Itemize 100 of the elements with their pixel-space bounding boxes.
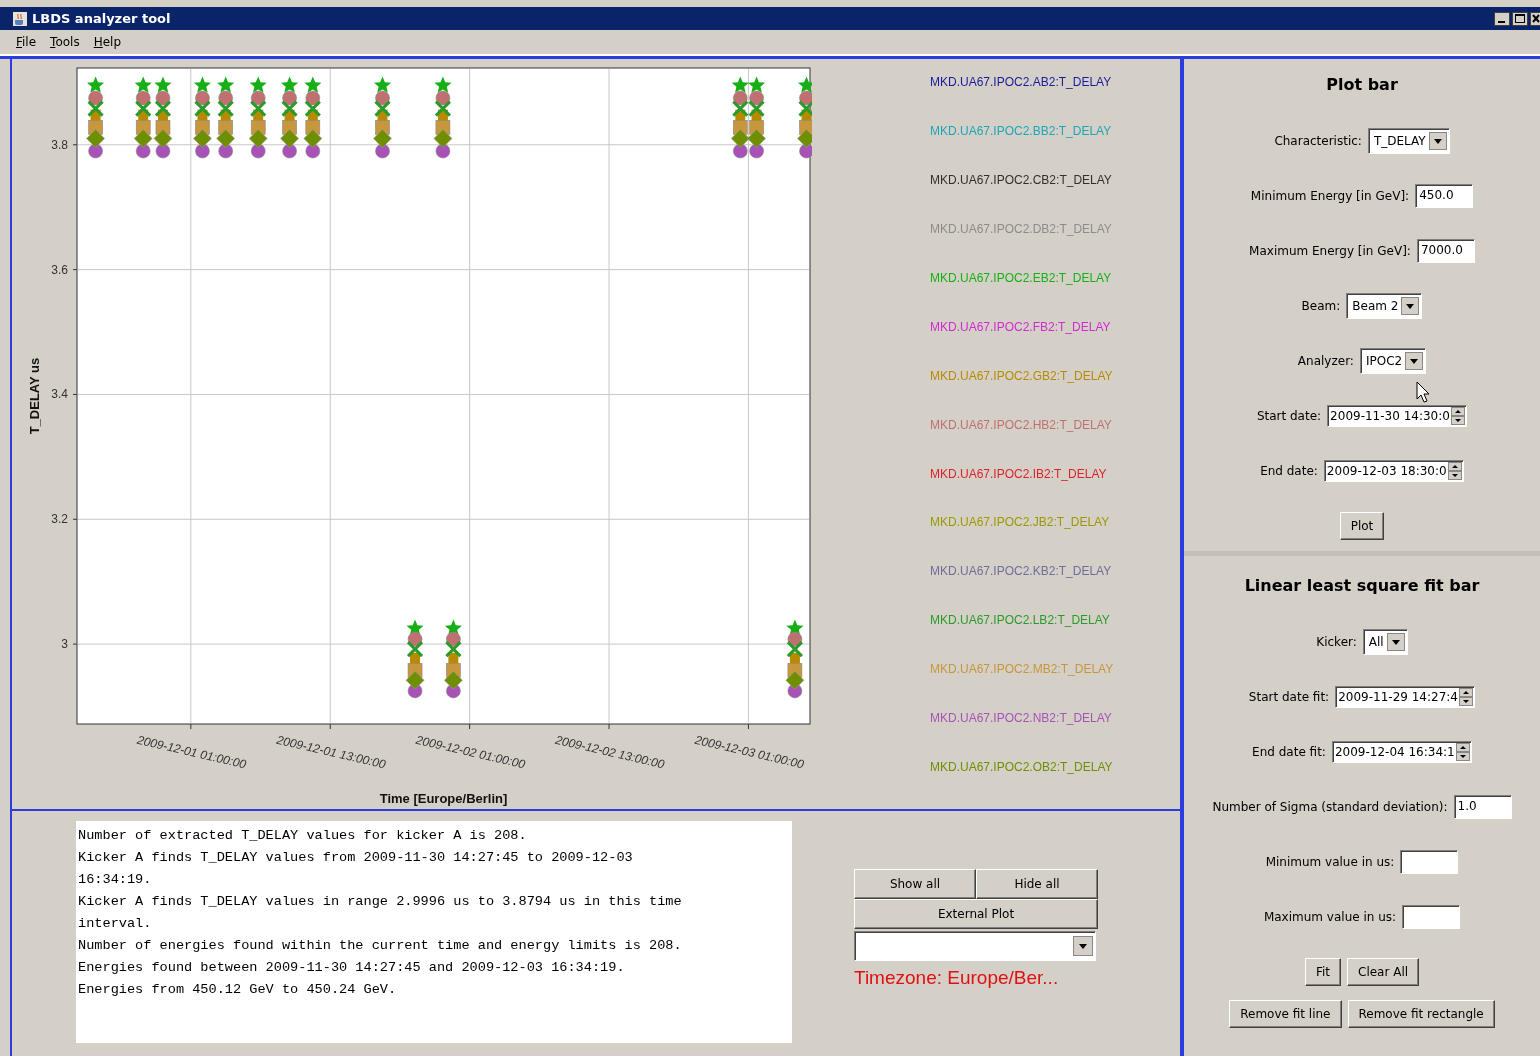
data-point [733,90,748,106]
spinner-arrows-icon[interactable] [1447,461,1462,480]
data-point [193,129,212,148]
spinner-arrows-icon[interactable] [1459,687,1474,706]
panel-title: Plot bar [1326,74,1398,96]
data-point [749,90,764,106]
data-point [281,76,299,93]
y-tick-label: 3.4 [51,387,68,402]
field-label: Minimum Energy [in GeV]: [1250,188,1410,203]
data-point [434,76,452,93]
data-point [86,129,105,148]
field-label: Beam: [1301,298,1341,313]
date-spinner[interactable]: 2009-12-04 16:34:1 [1331,740,1472,763]
data-point [797,129,812,148]
y-axis-title: T_DELAY us [27,357,42,435]
data-point [134,76,152,93]
window-title: LBDS analyzer tool [32,11,171,26]
close-icon[interactable] [1530,11,1540,26]
log-line: 16:34:19. [78,871,153,889]
date-spinner[interactable]: 2009-11-29 14:27:4 [1335,685,1476,708]
y-tick-label: 3 [61,637,68,652]
y-tick-label: 3.2 [51,512,68,527]
dropdown[interactable] [854,931,1096,961]
field-label: End date: [1260,463,1318,478]
field-label: Start date: [1256,408,1322,423]
data-point [248,129,268,148]
y-tick-label: 3.6 [51,262,68,277]
action-button[interactable]: Remove fit rectangle [1347,1000,1495,1028]
input-field[interactable]: 1.0 [1453,794,1512,819]
data-point [305,90,321,106]
mouse-cursor-icon [1416,381,1430,403]
data-point [435,143,451,159]
log-text-area[interactable] [76,821,792,1043]
data-point [731,76,749,93]
dropdown[interactable]: IPOC2 [1359,347,1427,374]
data-point [133,129,153,148]
log-line: interval. [78,915,153,933]
data-point [405,671,425,690]
action-button[interactable]: Clear All [1347,958,1420,986]
action-button[interactable]: Remove fit line [1229,1000,1342,1028]
hide-all-button[interactable]: Hide all [976,869,1098,899]
data-point [799,143,812,159]
data-point [153,129,173,148]
minimize-icon[interactable] [1494,11,1510,26]
data-point [375,143,390,159]
input-field[interactable]: 450.0 [1415,183,1474,208]
field-label: Start date fit: [1248,689,1330,704]
data-point [798,100,812,118]
field-label: Maximum Energy [in GeV]: [1249,243,1411,258]
external-plot-button[interactable]: External Plot [854,899,1098,929]
action-button[interactable]: Fit [1304,958,1341,986]
data-point [787,631,803,647]
data-point [799,90,812,106]
data-point [217,76,235,93]
data-point [785,671,805,690]
spinner-arrows-icon[interactable] [1451,406,1466,425]
data-point [135,90,151,106]
input-field[interactable] [1402,904,1461,929]
legend-label[interactable]: MKD.UA67.IPOC2.CB2:T_DELAY [930,172,1114,222]
data-point [87,76,105,93]
data-point [216,129,235,148]
menu-item[interactable]: Help [93,35,122,49]
action-button[interactable]: Plot [1339,512,1385,540]
menu-item[interactable]: File [16,35,37,49]
data-point [218,90,233,106]
date-spinner[interactable]: 2009-12-03 18:30:0 [1323,459,1464,482]
dropdown[interactable]: Beam 2 [1346,292,1423,319]
data-point [731,129,750,148]
menu-item[interactable]: Tools [50,35,80,49]
data-point [195,143,210,159]
data-point [747,129,766,148]
maximize-icon[interactable] [1512,11,1528,26]
show-all-button[interactable]: Show all [854,869,976,899]
data-point [304,76,322,93]
field-label: Kicker: [1316,634,1357,649]
data-point [155,143,171,159]
coffee-cup-icon [12,10,28,27]
data-point [374,76,392,93]
data-point [193,76,211,93]
data-point [154,76,172,93]
field-label: Analyzer: [1297,353,1354,368]
log-line: Number of extracted T_DELAY values for kicker A is 208. [78,827,528,845]
data-point [280,129,299,148]
legend-label[interactable]: MKD.UA67.IPOC2.AB2:T_DELAY [930,75,1114,124]
dropdown[interactable]: All [1362,628,1408,655]
input-field[interactable] [1400,849,1459,874]
field-label: End date fit: [1252,744,1326,759]
data-point [433,129,453,148]
field-label: Characteristic: [1274,133,1362,148]
log-line: Energies from 450.12 GeV to 450.24 GeV. [78,981,398,999]
data-point [88,90,103,106]
log-line: Kicker A finds T_DELAY values from 2009-11-30 14:27:45 to 2009-12-03 [78,849,634,867]
date-spinner[interactable]: 2009-11-30 14:30:0 [1327,404,1468,427]
data-point [305,143,321,159]
data-point [88,143,103,159]
spinner-arrows-icon[interactable] [1455,742,1470,761]
dropdown[interactable]: T_DELAY [1367,127,1450,154]
input-field[interactable]: 7000.0 [1416,238,1475,263]
data-point [446,631,461,647]
data-point [135,143,151,159]
